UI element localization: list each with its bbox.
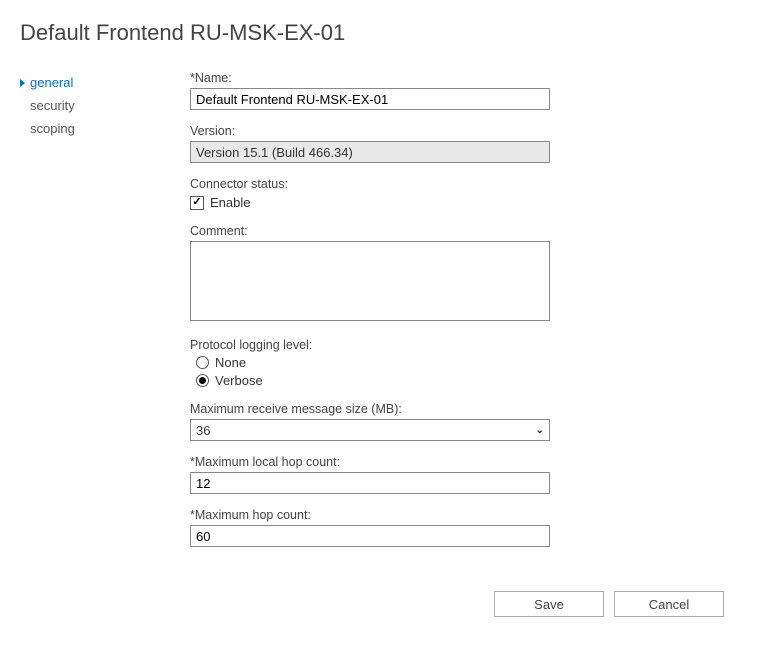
- comment-textarea[interactable]: [190, 241, 550, 321]
- connector-status-label: Connector status:: [190, 177, 570, 191]
- button-bar: Save Cancel: [20, 591, 744, 617]
- max-hop-input[interactable]: [190, 525, 550, 547]
- form-content: *Name: Version: Connector status: Enable…: [190, 71, 570, 561]
- sidebar-item-security[interactable]: security: [20, 94, 160, 117]
- cancel-button[interactable]: Cancel: [614, 591, 724, 617]
- sidebar-item-label: security: [30, 98, 75, 113]
- max-hop-label: *Maximum hop count:: [190, 508, 570, 522]
- sidebar-item-scoping[interactable]: scoping: [20, 117, 160, 140]
- caret-right-icon: [20, 79, 25, 87]
- chevron-down-icon: ⌄: [536, 425, 544, 436]
- sidebar: general security scoping: [20, 71, 160, 561]
- max-local-hop-label: *Maximum local hop count:: [190, 455, 570, 469]
- sidebar-item-label: scoping: [30, 121, 75, 136]
- comment-label: Comment:: [190, 224, 570, 238]
- sidebar-item-label: general: [30, 75, 73, 90]
- save-button[interactable]: Save: [494, 591, 604, 617]
- max-local-hop-input[interactable]: [190, 472, 550, 494]
- radio-none-label: None: [215, 355, 246, 370]
- max-receive-size-select[interactable]: 36 ⌄: [190, 419, 550, 441]
- enable-checkbox[interactable]: [190, 196, 204, 210]
- enable-label: Enable: [210, 195, 250, 210]
- version-label: Version:: [190, 124, 570, 138]
- radio-verbose[interactable]: [196, 374, 209, 387]
- sidebar-item-general[interactable]: general: [20, 71, 160, 94]
- radio-none[interactable]: [196, 356, 209, 369]
- version-input: [190, 141, 550, 163]
- page-title: Default Frontend RU-MSK-EX-01: [20, 20, 744, 46]
- name-label: *Name:: [190, 71, 570, 85]
- max-receive-size-label: Maximum receive message size (MB):: [190, 402, 570, 416]
- name-input[interactable]: [190, 88, 550, 110]
- select-value: 36: [196, 423, 210, 438]
- protocol-logging-label: Protocol logging level:: [190, 338, 570, 352]
- radio-verbose-label: Verbose: [215, 373, 263, 388]
